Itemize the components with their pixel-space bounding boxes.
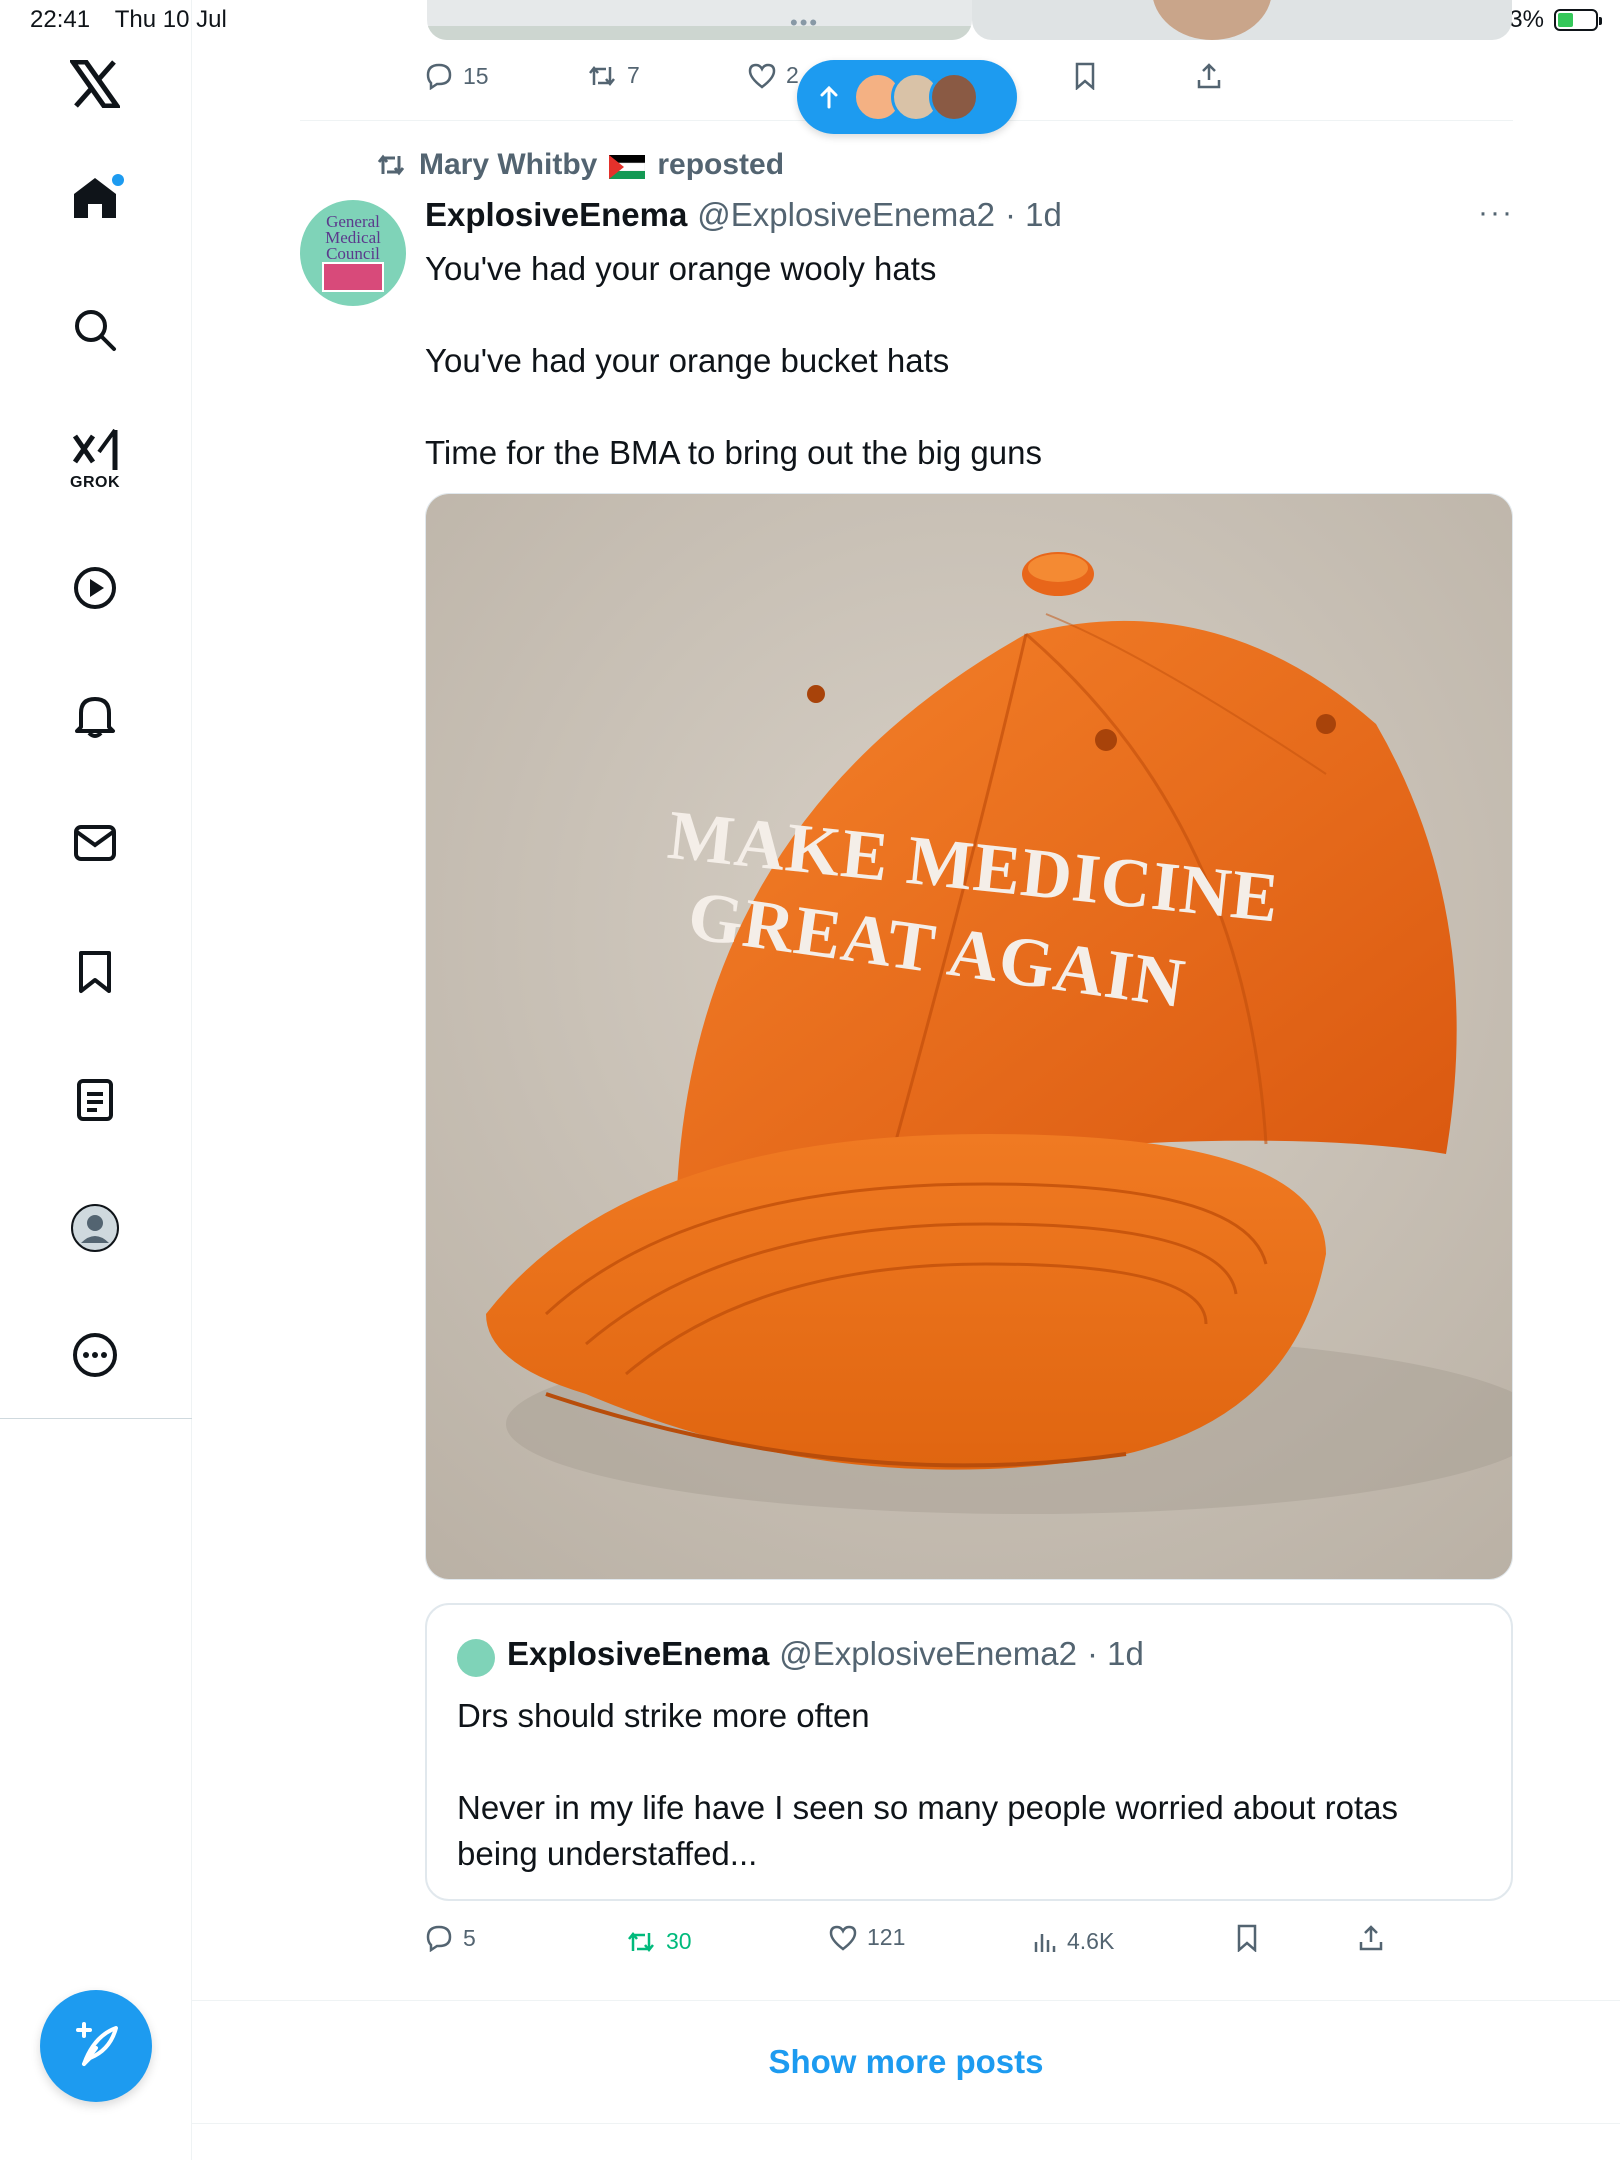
reply-button[interactable]: 15 <box>425 62 489 90</box>
repost-count: 30 <box>666 1928 692 1954</box>
tweet-header: ExplosiveEnema @ExplosiveEnema2 · 1d <box>425 196 1062 234</box>
like-button[interactable]: 2 <box>748 62 799 89</box>
grok-label: GROK <box>70 474 120 491</box>
tweet-line <box>425 384 1042 430</box>
repost-icon <box>628 1931 654 1952</box>
quote-line: Drs should strike more often <box>457 1697 870 1734</box>
show-more-posts-button[interactable]: Show more posts <box>192 2000 1620 2124</box>
reply-button[interactable]: 5 <box>425 1924 476 1952</box>
tweet-line: Time for the BMA to bring out the big gu… <box>425 434 1042 471</box>
views-count: 4.6K <box>1067 1928 1115 1954</box>
arrow-up-icon <box>820 85 838 109</box>
quote-line: Never in my life have I seen so many peo… <box>457 1789 1398 1826</box>
more-icon[interactable] <box>72 1332 118 1378</box>
like-count: 2 <box>786 62 799 88</box>
mail-icon[interactable] <box>73 824 117 862</box>
author-avatar[interactable]: General Medical Council <box>300 200 406 306</box>
bookmark-outline-icon <box>1237 1924 1257 1952</box>
new-posts-pill[interactable] <box>797 60 1017 134</box>
home-notification-dot <box>112 174 124 186</box>
avatar <box>929 72 979 122</box>
reposted-label: reposted <box>657 148 785 181</box>
tweet-text: You've had your orange wooly hats You've… <box>425 246 1042 476</box>
sidebar: GROK <box>0 0 192 2160</box>
reposted-by-name[interactable]: Mary Whitby <box>419 148 597 182</box>
sidebar-separator <box>0 1418 192 1419</box>
views-button[interactable]: 4.6K <box>1033 1928 1114 1955</box>
compose-icon <box>76 2022 118 2066</box>
share-button[interactable] <box>1196 62 1222 90</box>
heart-icon <box>748 63 776 89</box>
repost-button[interactable]: 7 <box>587 62 640 89</box>
bookmark-outline-icon <box>1075 62 1095 90</box>
reply-count: 15 <box>463 62 489 89</box>
search-icon[interactable] <box>73 308 117 352</box>
media-pager-dots: ••• <box>790 10 820 35</box>
share-button[interactable] <box>1358 1924 1384 1952</box>
battery-fill <box>1558 13 1574 27</box>
repost-icon <box>377 154 405 176</box>
tweet-line: You've had your orange bucket hats <box>425 342 950 379</box>
repost-header: Mary Whitby reposted <box>375 148 784 182</box>
quote-time: · 1d <box>1086 1635 1144 1672</box>
quote-author-handle[interactable]: @ExplosiveEnema2 <box>779 1635 1077 1673</box>
bookmark-button[interactable] <box>1236 1924 1258 1952</box>
like-count: 121 <box>867 1924 906 1950</box>
home-icon[interactable] <box>72 174 124 220</box>
tweet-time[interactable]: · 1d <box>1005 196 1062 234</box>
quote-header: ExplosiveEnema @ExplosiveEnema2 · 1d <box>507 1635 1144 1673</box>
bell-icon[interactable] <box>73 693 117 739</box>
tweet-line <box>425 292 1042 338</box>
cap-illustration: MAKE MEDICINE GREAT AGAIN <box>426 494 1512 1579</box>
reply-count: 5 <box>463 1924 476 1951</box>
quote-author-avatar[interactable] <box>457 1639 495 1677</box>
reply-icon <box>426 1925 452 1952</box>
author-name[interactable]: ExplosiveEnema <box>425 196 687 234</box>
pill-avatars <box>853 72 979 122</box>
lists-icon[interactable] <box>76 1078 114 1122</box>
quote-tweet[interactable]: ExplosiveEnema @ExplosiveEnema2 · 1d Drs… <box>425 1603 1513 1901</box>
reply-icon <box>426 63 452 90</box>
quote-text: Drs should strike more often Never in my… <box>457 1693 1398 1877</box>
palestine-flag-icon <box>609 153 646 179</box>
tweet-media-image[interactable]: MAKE MEDICINE GREAT AGAIN <box>425 493 1513 1580</box>
views-icon <box>1034 1933 1056 1952</box>
quote-line-gap <box>457 1739 1398 1785</box>
tweet-line: You've had your orange wooly hats <box>425 250 937 287</box>
quote-line: being understaffed... <box>457 1835 758 1872</box>
repost-button[interactable]: 30 <box>626 1928 692 1955</box>
quote-author-name[interactable]: ExplosiveEnema <box>507 1635 769 1673</box>
heart-icon <box>829 1925 857 1951</box>
avatar-text-line: Council <box>326 244 380 263</box>
share-icon <box>1359 1925 1383 1951</box>
like-button[interactable]: 121 <box>829 1924 905 1951</box>
video-icon[interactable] <box>73 566 117 610</box>
repost-count: 7 <box>627 62 640 88</box>
x-logo-icon[interactable] <box>70 60 120 108</box>
avatar-sign <box>322 262 384 292</box>
bookmark-button[interactable] <box>1074 62 1096 90</box>
repost-icon <box>589 65 615 86</box>
previous-tweet-media-right[interactable] <box>972 0 1512 40</box>
bookmark-icon[interactable] <box>77 950 113 994</box>
grok-icon[interactable]: GROK <box>70 428 120 492</box>
previous-tweet-media-left[interactable] <box>427 0 972 40</box>
share-icon <box>1197 63 1221 89</box>
author-handle[interactable]: @ExplosiveEnema2 <box>697 196 995 234</box>
tweet-more-icon[interactable]: ··· <box>1478 196 1514 230</box>
profile-icon[interactable] <box>70 1203 120 1253</box>
compose-button[interactable] <box>40 1990 152 2102</box>
battery-icon <box>1554 9 1602 31</box>
